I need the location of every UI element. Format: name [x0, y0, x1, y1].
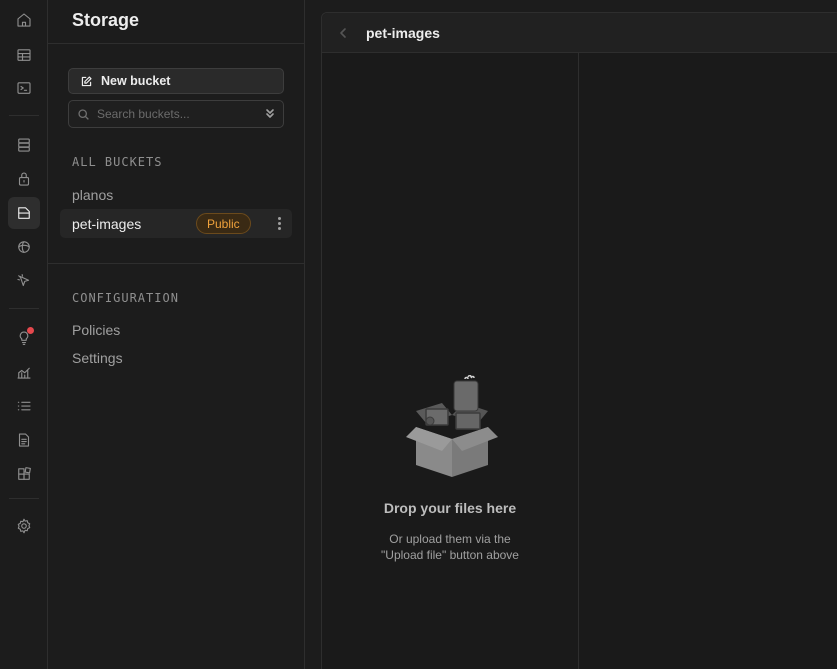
rail-divider	[9, 498, 39, 499]
menu-header-divider	[48, 43, 304, 44]
realtime-icon[interactable]	[8, 231, 40, 263]
search-input[interactable]	[97, 107, 257, 121]
file-explorer-panel: pet-images Drop your files here Or uploa…	[321, 12, 837, 669]
configuration-heading: CONFIGURATION	[72, 291, 179, 305]
menu-title: Storage	[72, 10, 140, 30]
more-vertical-icon[interactable]	[278, 217, 282, 230]
logs-icon[interactable]	[8, 390, 40, 422]
rail-divider	[9, 308, 39, 309]
policies-link[interactable]: Policies	[72, 322, 120, 338]
upload-box-illustration	[406, 375, 498, 477]
edit-icon	[81, 75, 92, 86]
bucket-item-pet-images[interactable]: pet-images Public	[60, 209, 292, 238]
database-icon[interactable]	[8, 129, 40, 161]
auth-icon[interactable]	[8, 163, 40, 195]
storage-explorer: pet-images Drop your files here Or uploa…	[305, 0, 837, 669]
explorer-header: pet-images	[322, 13, 837, 53]
settings-link[interactable]: Settings	[72, 350, 123, 366]
new-bucket-label: New bucket	[101, 74, 171, 88]
rail-divider	[9, 115, 39, 116]
breadcrumb: pet-images	[366, 25, 440, 41]
drop-title: Drop your files here	[383, 500, 517, 516]
bucket-name: planos	[72, 186, 114, 203]
integrations-icon[interactable]	[8, 458, 40, 490]
bucket-name: pet-images	[72, 215, 142, 232]
drop-zone[interactable]: Drop your files here Or upload them via …	[322, 53, 578, 669]
drop-subtitle-line: "Upload file" button above	[381, 548, 519, 562]
new-bucket-button[interactable]: New bucket	[68, 68, 284, 94]
public-badge: Public	[196, 213, 251, 234]
table-editor-icon[interactable]	[8, 39, 40, 71]
bucket-item-planos[interactable]: planos	[60, 180, 292, 209]
notification-dot	[27, 327, 34, 334]
icon-rail	[0, 0, 48, 669]
advisors-icon[interactable]	[8, 322, 40, 354]
drop-subtitle: Or upload them via the "Upload file" but…	[322, 531, 578, 563]
menu-divider	[48, 263, 304, 264]
all-buckets-heading: ALL BUCKETS	[72, 155, 163, 169]
settings-icon[interactable]	[8, 510, 40, 542]
chevron-left-icon[interactable]	[338, 27, 348, 39]
column-divider	[578, 53, 579, 669]
sql-editor-icon[interactable]	[8, 72, 40, 104]
storage-icon[interactable]	[8, 197, 40, 229]
drop-subtitle-line: Or upload them via the	[389, 532, 511, 546]
search-buckets	[68, 100, 284, 128]
home-icon[interactable]	[8, 4, 40, 36]
edge-functions-icon[interactable]	[8, 265, 40, 297]
storage-menu: Storage New bucket ALL BUCKETS planos pe…	[48, 0, 305, 669]
search-icon	[78, 108, 89, 120]
api-docs-icon[interactable]	[8, 424, 40, 456]
reports-icon[interactable]	[8, 356, 40, 388]
sort-chevrons-icon[interactable]	[264, 108, 276, 120]
